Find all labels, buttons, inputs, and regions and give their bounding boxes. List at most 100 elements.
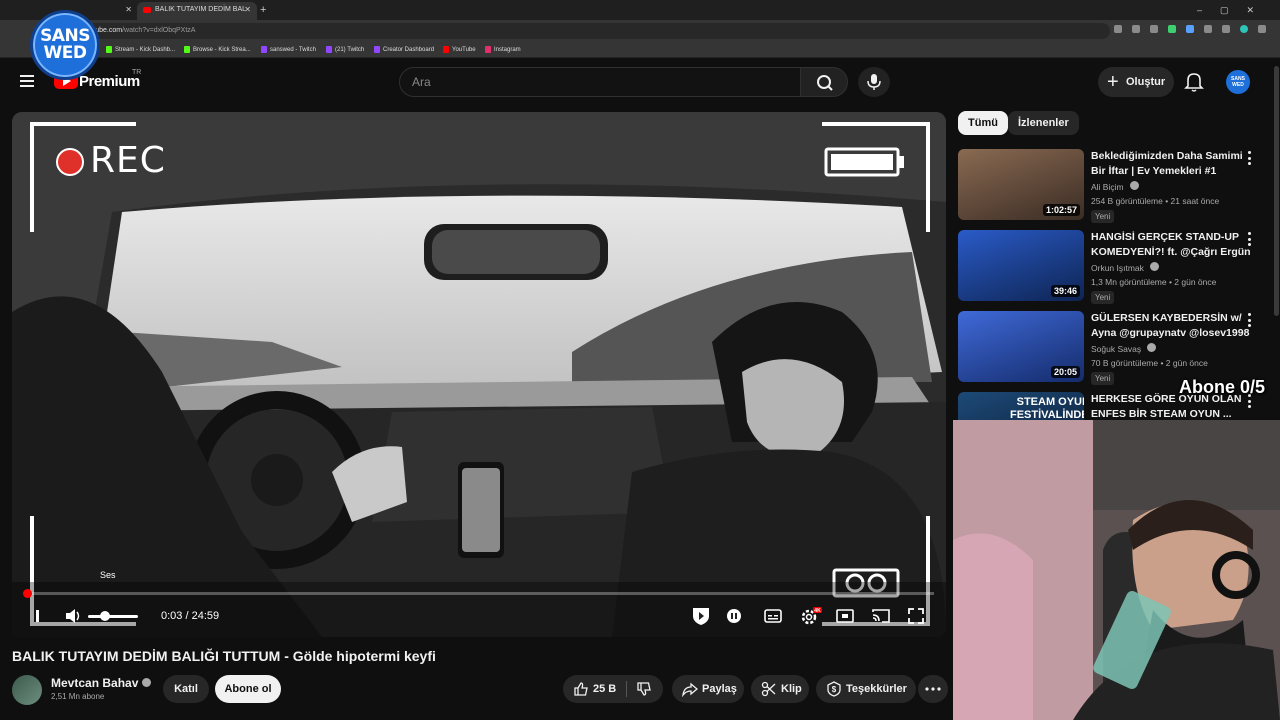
tab-close-icon[interactable]: ✕ [125, 2, 132, 18]
window-controls[interactable]: –▢✕ [1197, 2, 1272, 18]
sponsor-button[interactable] [690, 606, 712, 626]
bookmark-item[interactable]: Creator Dashboard [374, 42, 434, 58]
subscriber-goal: Abone 0/5 [1179, 377, 1266, 397]
sidebar-scrollbar[interactable] [1274, 66, 1279, 316]
cast-button[interactable] [870, 606, 892, 626]
search-icon [817, 75, 833, 91]
bookmark-item[interactable]: Stream - Kick Dashb... [106, 42, 175, 58]
url-path: /watch?v=dxlObqPXtzA [122, 27, 196, 34]
recommended-title[interactable]: Beklediğimizden Daha Samimi Bir İftar | … [1091, 149, 1251, 179]
extension-icon[interactable] [1222, 25, 1230, 33]
account-avatar[interactable]: SANS WED [1226, 70, 1250, 94]
recommended-title[interactable]: HANGİSİ GERÇEK STAND-UP KOMEDYENİ?! ft. … [1091, 230, 1251, 260]
volume-slider[interactable] [88, 611, 138, 621]
search-button[interactable] [800, 67, 848, 97]
progress-scrubber[interactable] [22, 589, 32, 598]
more-options-icon[interactable] [1248, 232, 1252, 246]
autoplay-icon [727, 609, 741, 623]
bookmark-item[interactable]: YouTube [443, 42, 476, 58]
verified-icon [142, 678, 152, 687]
more-horizontal-icon [925, 687, 941, 691]
subtitles-button[interactable] [762, 606, 784, 626]
clip-label: Klip [781, 683, 802, 695]
subscribe-button[interactable]: Abone ol [215, 675, 281, 703]
miniplayer-button[interactable] [834, 606, 856, 626]
brand-label[interactable]: Premium [79, 73, 140, 90]
recommended-video[interactable]: 39:46 HANGİSİ GERÇEK STAND-UP KOMEDYENİ?… [958, 230, 1278, 305]
clip-button[interactable]: Klip [751, 675, 809, 703]
streamer-logo: SANS WED [30, 10, 100, 80]
search-input[interactable]: Ara [399, 67, 801, 97]
notifications-button[interactable] [1184, 71, 1204, 93]
browser-addressbar: youtube.com/watch?v=dxlObqPXtzA [0, 20, 1280, 42]
like-button[interactable]: 25 B [563, 675, 627, 703]
next-button[interactable] [32, 606, 46, 626]
video-player[interactable]: REC Ses 0:03 / 24:59 4K [12, 112, 946, 637]
youtube-header: Premium TR Ara Oluştur SANS WED [0, 59, 1280, 104]
bookmark-item[interactable]: (21) Twitch [326, 42, 364, 58]
country-code: TR [132, 69, 142, 76]
video-duration: 1:02:57 [1042, 204, 1080, 216]
mute-button[interactable] [64, 606, 82, 626]
extension-icon[interactable] [1168, 25, 1176, 33]
channel-avatar[interactable] [12, 675, 42, 705]
video-thumbnail[interactable]: 39:46 [958, 230, 1084, 301]
recommended-title[interactable]: GÜLERSEN KAYBEDERSİN w/ Ayna @grupaynatv… [1091, 311, 1251, 341]
quality-badge: 4K [814, 608, 821, 614]
video-title: BALIK TUTAYIM DEDİM BALIĞI TUTTUM - Göld… [12, 648, 436, 664]
video-duration: 20:05 [1050, 366, 1080, 378]
video-thumbnail[interactable]: 1:02:57 [958, 149, 1084, 220]
recommended-video[interactable]: 1:02:57 Beklediğimizden Daha Samimi Bir … [958, 149, 1278, 224]
settings-button[interactable]: 4K [798, 606, 822, 626]
verified-icon [1147, 343, 1157, 352]
thanks-button[interactable]: $ Teşekkürler [816, 675, 916, 703]
voice-search-button[interactable] [858, 67, 890, 97]
fullscreen-button[interactable] [906, 606, 926, 626]
bookmark-item[interactable]: Instagram [485, 42, 521, 58]
progress-bar[interactable] [22, 589, 934, 598]
more-options-icon[interactable] [1248, 151, 1252, 165]
browser-tab-active[interactable]: BALIK TUTAYIM DEDİM BAL ✕ [137, 2, 257, 20]
join-button[interactable]: Katıl [163, 675, 209, 703]
extension-icon[interactable] [1186, 25, 1194, 33]
cast-icon [872, 609, 890, 623]
star-icon[interactable] [1150, 25, 1158, 33]
new-tab-icon[interactable]: + [260, 2, 266, 18]
share-icon [682, 682, 698, 697]
menu-icon[interactable] [20, 75, 34, 87]
video-thumbnail[interactable]: 20:05 [958, 311, 1084, 382]
extension-icon[interactable] [1204, 25, 1212, 33]
recommended-video[interactable]: 20:05 GÜLERSEN KAYBEDERSİN w/ Ayna @grup… [958, 311, 1278, 386]
rec-label: REC [90, 140, 166, 181]
autoplay-toggle[interactable] [724, 606, 744, 626]
channel-name[interactable]: Mevtcan Bahav [51, 676, 152, 690]
thanks-label: Teşekkürler [846, 683, 907, 695]
share-button[interactable]: Paylaş [672, 675, 744, 703]
bookmark-item[interactable]: Browse - Kick Strea... [184, 42, 251, 58]
next-icon [36, 610, 39, 622]
svg-text:$: $ [832, 685, 837, 694]
recommended-meta: 254 B görüntüleme • 21 saat önce [1091, 196, 1220, 206]
tab-label: BALIK TUTAYIM DEDİM BAL [155, 6, 247, 13]
url-field[interactable]: youtube.com/watch?v=dxlObqPXtzA [70, 23, 1110, 39]
dislike-button[interactable] [627, 675, 663, 703]
recommended-channel[interactable]: Ali Biçim [1091, 181, 1139, 192]
menu-icon[interactable] [1258, 25, 1266, 33]
more-actions-button[interactable] [918, 675, 948, 703]
subtitles-icon [764, 609, 782, 623]
profile-icon[interactable] [1240, 25, 1248, 33]
new-badge: Yeni [1091, 372, 1115, 385]
new-badge: Yeni [1091, 210, 1115, 223]
recommended-channel[interactable]: Orkun Işıtmak [1091, 262, 1160, 273]
bookmark-item[interactable]: sanswed - Twitch [261, 42, 316, 58]
chip-all[interactable]: Tümü [958, 111, 1008, 135]
zoom-icon[interactable] [1114, 25, 1122, 33]
extension-icons [1114, 25, 1266, 33]
tab-close-icon[interactable]: ✕ [244, 2, 251, 18]
more-options-icon[interactable] [1248, 313, 1252, 327]
microphone-icon [867, 74, 881, 90]
create-button[interactable]: Oluştur [1098, 67, 1174, 97]
recommended-channel[interactable]: Soğuk Savaş [1091, 343, 1157, 354]
cast-icon[interactable] [1132, 25, 1140, 33]
chip-watched[interactable]: İzlenenler [1008, 111, 1079, 135]
